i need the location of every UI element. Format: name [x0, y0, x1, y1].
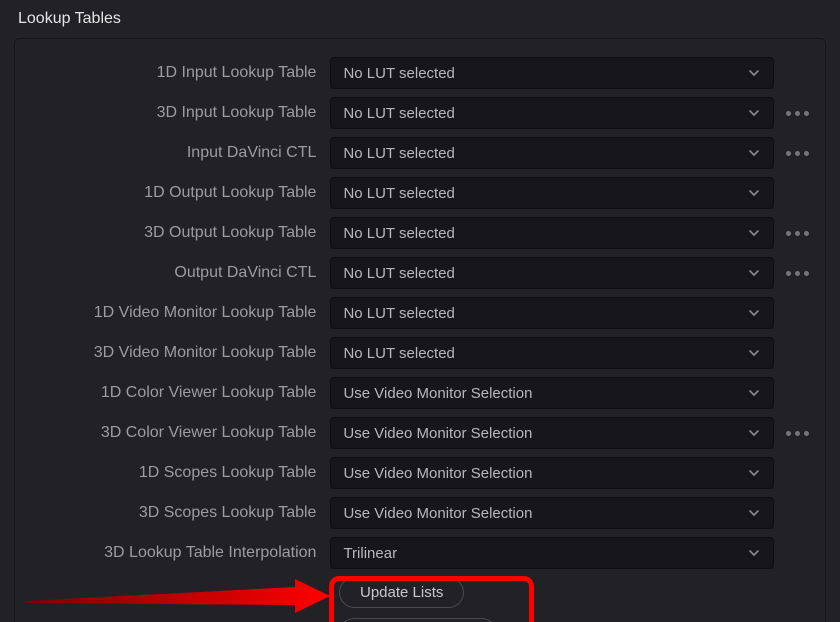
setting-label: 1D Output Lookup Table	[25, 184, 330, 202]
setting-label: 1D Color Viewer Lookup Table	[25, 384, 330, 402]
lut-select[interactable]: No LUT selected	[330, 217, 774, 249]
select-value: No LUT selected	[343, 345, 454, 362]
lut-select[interactable]: No LUT selected	[330, 57, 774, 89]
setting-row: 3D Scopes Lookup Table Use Video Monitor …	[25, 497, 815, 529]
setting-label: Output DaVinci CTL	[25, 264, 330, 282]
setting-row: 3D Color Viewer Lookup Table Use Video Mo…	[25, 417, 815, 449]
open-lut-folder-button[interactable]: Open LUT Folder	[339, 618, 497, 622]
more-options-icon[interactable]	[780, 231, 815, 236]
chevron-down-icon	[747, 146, 761, 160]
more-options-icon[interactable]	[780, 151, 815, 156]
annotation-arrow	[25, 569, 335, 622]
select-value: Use Video Monitor Selection	[343, 505, 532, 522]
select-value: No LUT selected	[343, 225, 454, 242]
lut-select[interactable]: Use Video Monitor Selection	[330, 377, 774, 409]
update-lists-button[interactable]: Update Lists	[339, 577, 464, 608]
lut-select[interactable]: No LUT selected	[330, 297, 774, 329]
setting-row: Input DaVinci CTL No LUT selected	[25, 137, 815, 169]
setting-row: 3D Input Lookup Table No LUT selected	[25, 97, 815, 129]
setting-row: 1D Color Viewer Lookup Table Use Video Mo…	[25, 377, 815, 409]
chevron-down-icon	[747, 426, 761, 440]
select-value: No LUT selected	[343, 65, 454, 82]
lut-select[interactable]: No LUT selected	[330, 337, 774, 369]
lut-select[interactable]: No LUT selected	[330, 97, 774, 129]
chevron-down-icon	[747, 346, 761, 360]
select-value: Trilinear	[343, 545, 397, 562]
setting-label: 3D Video Monitor Lookup Table	[25, 344, 330, 362]
chevron-down-icon	[747, 506, 761, 520]
lut-select[interactable]: Use Video Monitor Selection	[330, 457, 774, 489]
lookup-tables-panel: Lookup Tables 1D Input Lookup Table No LU…	[0, 0, 840, 622]
setting-row: 3D Video Monitor Lookup Table No LUT sele…	[25, 337, 815, 369]
setting-label: 3D Scopes Lookup Table	[25, 504, 330, 522]
panel-title: Lookup Tables	[18, 10, 826, 28]
chevron-down-icon	[747, 186, 761, 200]
lut-select[interactable]: No LUT selected	[330, 177, 774, 209]
select-value: Use Video Monitor Selection	[343, 385, 532, 402]
lut-select[interactable]: Trilinear	[330, 537, 774, 569]
lut-select[interactable]: Use Video Monitor Selection	[330, 497, 774, 529]
chevron-down-icon	[747, 106, 761, 120]
more-options-icon[interactable]	[780, 111, 815, 116]
setting-label: 3D Output Lookup Table	[25, 224, 330, 242]
chevron-down-icon	[747, 546, 761, 560]
setting-row: 1D Output Lookup Table No LUT selected	[25, 177, 815, 209]
setting-row: 3D Output Lookup Table No LUT selected	[25, 217, 815, 249]
more-options-icon[interactable]	[780, 271, 815, 276]
setting-row: 1D Video Monitor Lookup Table No LUT sele…	[25, 297, 815, 329]
select-value: Use Video Monitor Selection	[343, 465, 532, 482]
chevron-down-icon	[747, 226, 761, 240]
chevron-down-icon	[747, 66, 761, 80]
setting-label: Input DaVinci CTL	[25, 144, 330, 162]
button-area: Update Lists Open LUT Folder	[339, 577, 815, 622]
setting-row: 1D Input Lookup Table No LUT selected	[25, 57, 815, 89]
setting-label: 3D Input Lookup Table	[25, 104, 330, 122]
setting-label: 3D Lookup Table Interpolation	[25, 544, 330, 562]
lut-select[interactable]: No LUT selected	[330, 257, 774, 289]
setting-row: Output DaVinci CTL No LUT selected	[25, 257, 815, 289]
chevron-down-icon	[747, 306, 761, 320]
lut-select[interactable]: No LUT selected	[330, 137, 774, 169]
select-value: No LUT selected	[343, 305, 454, 322]
setting-label: 1D Scopes Lookup Table	[25, 464, 330, 482]
more-options-icon[interactable]	[780, 431, 815, 436]
setting-label: 3D Color Viewer Lookup Table	[25, 424, 330, 442]
setting-row: 3D Lookup Table Interpolation Trilinear	[25, 537, 815, 569]
chevron-down-icon	[747, 466, 761, 480]
chevron-down-icon	[747, 386, 761, 400]
setting-label: 1D Input Lookup Table	[25, 64, 330, 82]
select-value: No LUT selected	[343, 265, 454, 282]
select-value: No LUT selected	[343, 145, 454, 162]
select-value: No LUT selected	[343, 105, 454, 122]
chevron-down-icon	[747, 266, 761, 280]
setting-label: 1D Video Monitor Lookup Table	[25, 304, 330, 322]
select-value: Use Video Monitor Selection	[343, 425, 532, 442]
setting-row: 1D Scopes Lookup Table Use Video Monitor …	[25, 457, 815, 489]
lut-select[interactable]: Use Video Monitor Selection	[330, 417, 774, 449]
select-value: No LUT selected	[343, 185, 454, 202]
settings-box: 1D Input Lookup TableNo LUT selected3D I…	[14, 38, 826, 622]
